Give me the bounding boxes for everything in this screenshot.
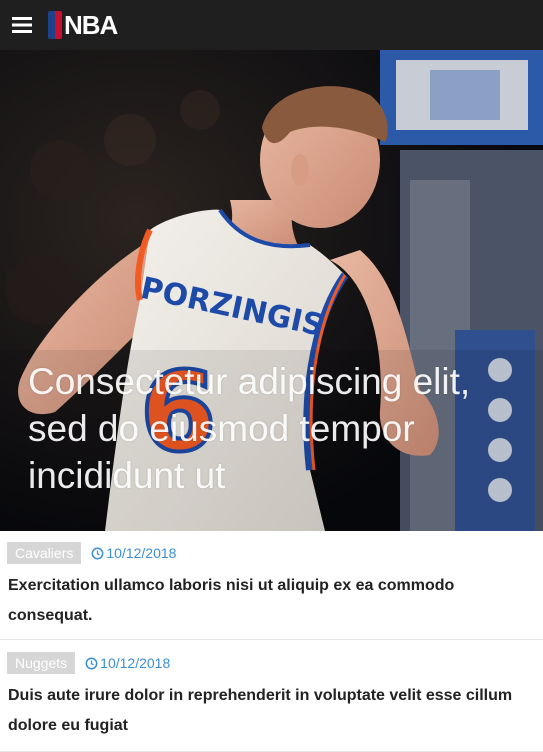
- hamburger-menu-icon[interactable]: [4, 0, 40, 50]
- article-date: 10/12/2018: [91, 545, 176, 561]
- category-tag[interactable]: Nuggets: [7, 652, 76, 674]
- article-list-item[interactable]: Nuggets 10/12/2018 Duis aute irure dolor…: [0, 641, 543, 752]
- article-meta: Cavaliers 10/12/2018: [7, 542, 176, 564]
- article-list-item[interactable]: Cavaliers 10/12/2018 Exercitation ullamc…: [0, 531, 543, 640]
- article-date-text: 10/12/2018: [106, 545, 177, 561]
- logo-text: NBA: [64, 9, 118, 40]
- hero-featured-story[interactable]: PORZINGIS 6 Consectetur adipiscing elit,…: [0, 50, 543, 531]
- hero-title[interactable]: Consectetur adipiscing elit, sed do eius…: [28, 358, 528, 499]
- clock-icon: [85, 657, 98, 669]
- article-headline[interactable]: Duis aute irure dolor in reprehenderit i…: [8, 681, 528, 741]
- nba-logo[interactable]: NBA: [48, 9, 118, 40]
- nba-logo-icon: [48, 11, 62, 39]
- article-date: 10/12/2018: [85, 655, 170, 671]
- category-tag[interactable]: Cavaliers: [7, 542, 82, 564]
- top-navigation-bar: NBA: [0, 0, 543, 50]
- article-headline[interactable]: Exercitation ullamco laboris nisi ut ali…: [8, 571, 528, 631]
- clock-icon: [91, 547, 104, 559]
- article-date-text: 10/12/2018: [100, 655, 171, 671]
- article-meta: Nuggets 10/12/2018: [7, 652, 170, 674]
